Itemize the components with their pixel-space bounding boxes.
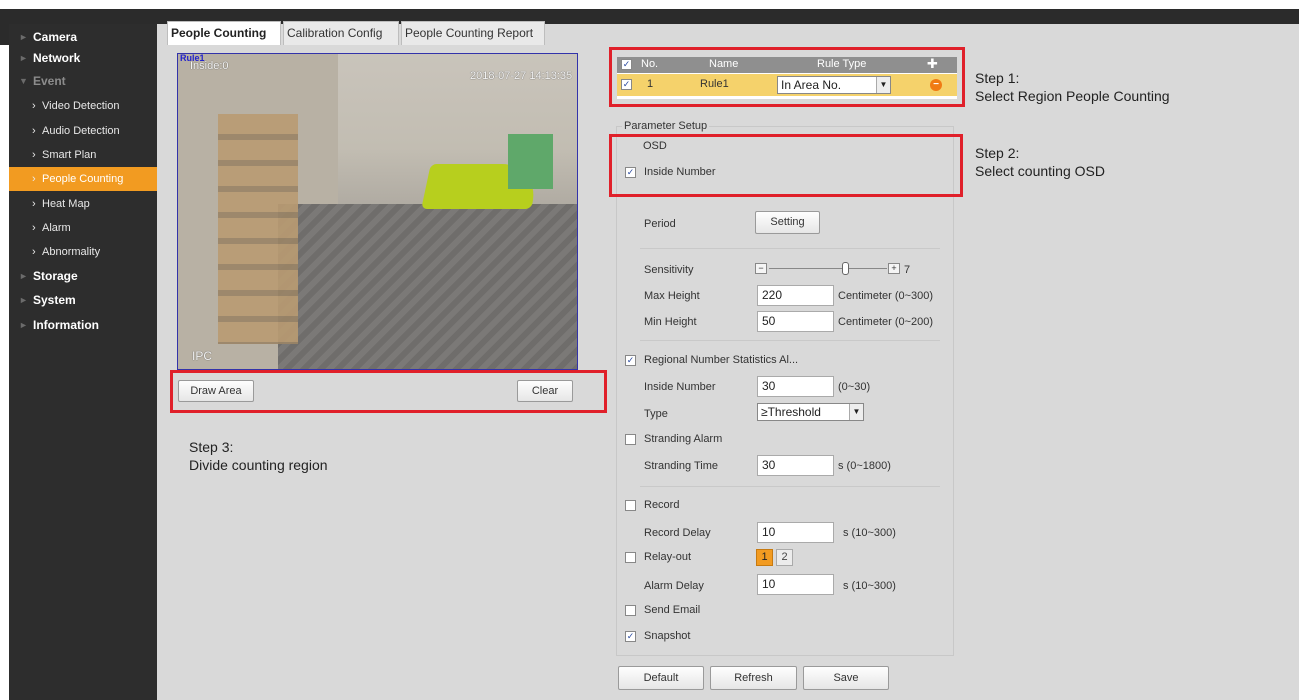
regional-number-checkbox[interactable]: ✓ <box>625 355 636 366</box>
chevron-right-icon: › <box>32 100 36 112</box>
sidebar-item-label: Information <box>33 318 99 332</box>
sidebar-item-label: Video Detection <box>42 100 120 112</box>
min-height-label: Min Height <box>644 316 697 328</box>
relay-out-label: Relay-out <box>644 551 692 563</box>
chevron-right-icon: › <box>32 149 36 161</box>
sidebar-item-audio-detection[interactable]: › Audio Detection <box>9 119 157 143</box>
sidebar-item-system[interactable]: ► System <box>9 288 157 312</box>
period-label: Period <box>644 218 676 230</box>
max-height-input[interactable]: 220 <box>757 285 834 306</box>
type-select[interactable]: ≥Threshold ▼ <box>757 403 864 421</box>
chevron-right-icon: › <box>32 125 36 137</box>
record-checkbox[interactable] <box>625 500 636 511</box>
save-button[interactable]: Save <box>803 666 889 690</box>
sidebar-item-label: Smart Plan <box>42 149 97 161</box>
record-delay-label: Record Delay <box>644 527 711 539</box>
chevron-right-icon: › <box>32 198 36 210</box>
sidebar-item-label: Heat Map <box>42 198 90 210</box>
stranding-time-unit: s (0~1800) <box>838 460 891 472</box>
relay-1-toggle[interactable]: 1 <box>756 549 773 566</box>
osd-timestamp: 2018-07-27 14:13:35 <box>470 70 573 82</box>
send-email-checkbox[interactable] <box>625 605 636 616</box>
sidebar-item-label: System <box>33 293 76 307</box>
highlight-box-step3 <box>170 370 607 413</box>
inside-number-label: Inside Number <box>644 381 716 393</box>
chevron-right-icon: › <box>32 246 36 258</box>
chevron-right-icon: › <box>32 222 36 234</box>
sensitivity-value: 7 <box>904 264 911 276</box>
refresh-button[interactable]: Refresh <box>710 666 797 690</box>
alarm-delay-unit: s (10~300) <box>843 580 896 592</box>
max-height-unit: Centimeter (0~300) <box>838 290 934 302</box>
period-setting-button[interactable]: Setting <box>755 211 820 234</box>
osd-channel: IPC <box>192 349 213 363</box>
record-label: Record <box>644 499 680 511</box>
send-email-label: Send Email <box>644 604 701 616</box>
chevron-down-icon: ▼ <box>19 76 28 86</box>
tab-calibration-config[interactable]: Calibration Config <box>283 21 399 45</box>
alarm-delay-label: Alarm Delay <box>644 580 704 592</box>
sidebar-item-network[interactable]: ► Network <box>9 46 157 70</box>
step3-annotation: Step 3: Divide counting region <box>189 439 328 473</box>
stranding-time-label: Stranding Time <box>644 460 718 472</box>
stranding-alarm-checkbox[interactable] <box>625 434 636 445</box>
tab-people-counting-report[interactable]: People Counting Report <box>401 21 545 45</box>
inside-number-input[interactable]: 30 <box>757 376 834 397</box>
chevron-right-icon: ► <box>19 271 28 281</box>
parameter-setup-legend: Parameter Setup <box>622 120 710 132</box>
sidebar-item-label: Alarm <box>42 222 71 234</box>
sidebar-nav: ► Camera ► Network ▼ Event › Video Detection… <box>9 24 157 700</box>
alarm-delay-input[interactable]: 10 <box>757 574 834 595</box>
snapshot-checkbox[interactable]: ✓ <box>625 631 636 642</box>
slider-handle[interactable] <box>842 262 849 275</box>
stranding-alarm-label: Stranding Alarm <box>644 433 723 445</box>
snapshot-label: Snapshot <box>644 630 691 642</box>
rule-overlay-tag: Rule1 <box>180 54 205 63</box>
sidebar-item-event[interactable]: ▼ Event <box>9 69 157 93</box>
sidebar-item-smart-plan[interactable]: › Smart Plan <box>9 143 157 167</box>
sidebar-item-alarm[interactable]: › Alarm <box>9 216 157 240</box>
min-height-unit: Centimeter (0~200) <box>838 316 934 328</box>
tab-people-counting[interactable]: People Counting <box>167 21 281 45</box>
chevron-right-icon: › <box>32 173 36 185</box>
chevron-down-icon: ▼ <box>849 404 863 420</box>
type-label: Type <box>644 408 668 420</box>
chevron-right-icon: ► <box>19 295 28 305</box>
sidebar-item-label: Event <box>33 74 66 88</box>
sidebar-item-label: Storage <box>33 269 78 283</box>
sidebar-item-storage[interactable]: ► Storage <box>9 264 157 288</box>
sidebar-item-label: Audio Detection <box>42 125 120 137</box>
step2-annotation: Step 2: Select counting OSD <box>975 145 1105 179</box>
sidebar-item-label: People Counting <box>42 173 124 185</box>
relay-2-toggle[interactable]: 2 <box>776 549 793 566</box>
chevron-right-icon: ► <box>19 53 28 63</box>
sidebar-item-people-counting[interactable]: › People Counting <box>9 167 157 191</box>
regional-number-label: Regional Number Statistics Al... <box>644 354 799 366</box>
highlight-box-step1 <box>609 47 965 107</box>
inside-number-range: (0~30) <box>838 381 871 393</box>
sidebar-item-label: Network <box>33 51 81 65</box>
sensitivity-slider[interactable]: − + <box>755 262 905 276</box>
stranding-time-input[interactable]: 30 <box>757 455 834 476</box>
record-delay-input[interactable]: 10 <box>757 522 834 543</box>
relay-out-checkbox[interactable] <box>625 552 636 563</box>
sidebar-item-video-detection[interactable]: › Video Detection <box>9 94 157 118</box>
sidebar-item-abnormality[interactable]: › Abnormality <box>9 240 157 264</box>
minus-icon[interactable]: − <box>755 263 767 274</box>
chevron-right-icon: ► <box>19 320 28 330</box>
sidebar-item-label: Camera <box>33 30 78 44</box>
sensitivity-label: Sensitivity <box>644 264 694 276</box>
sidebar-item-information[interactable]: ► Information <box>9 313 157 337</box>
highlight-box-step2 <box>609 134 963 197</box>
video-preview[interactable]: Rule1 Inside:0 2018-07-27 14:13:35 IPC <box>177 53 578 370</box>
sidebar-item-label: Abnormality <box>42 246 101 258</box>
plus-icon[interactable]: + <box>888 263 900 274</box>
max-height-label: Max Height <box>644 290 700 302</box>
step1-annotation: Step 1: Select Region People Counting <box>975 70 1170 104</box>
osd-inside-count: Inside:0 <box>190 60 229 72</box>
min-height-input[interactable]: 50 <box>757 311 834 332</box>
record-delay-unit: s (10~300) <box>843 527 896 539</box>
default-button[interactable]: Default <box>618 666 704 690</box>
sidebar-item-heat-map[interactable]: › Heat Map <box>9 192 157 216</box>
